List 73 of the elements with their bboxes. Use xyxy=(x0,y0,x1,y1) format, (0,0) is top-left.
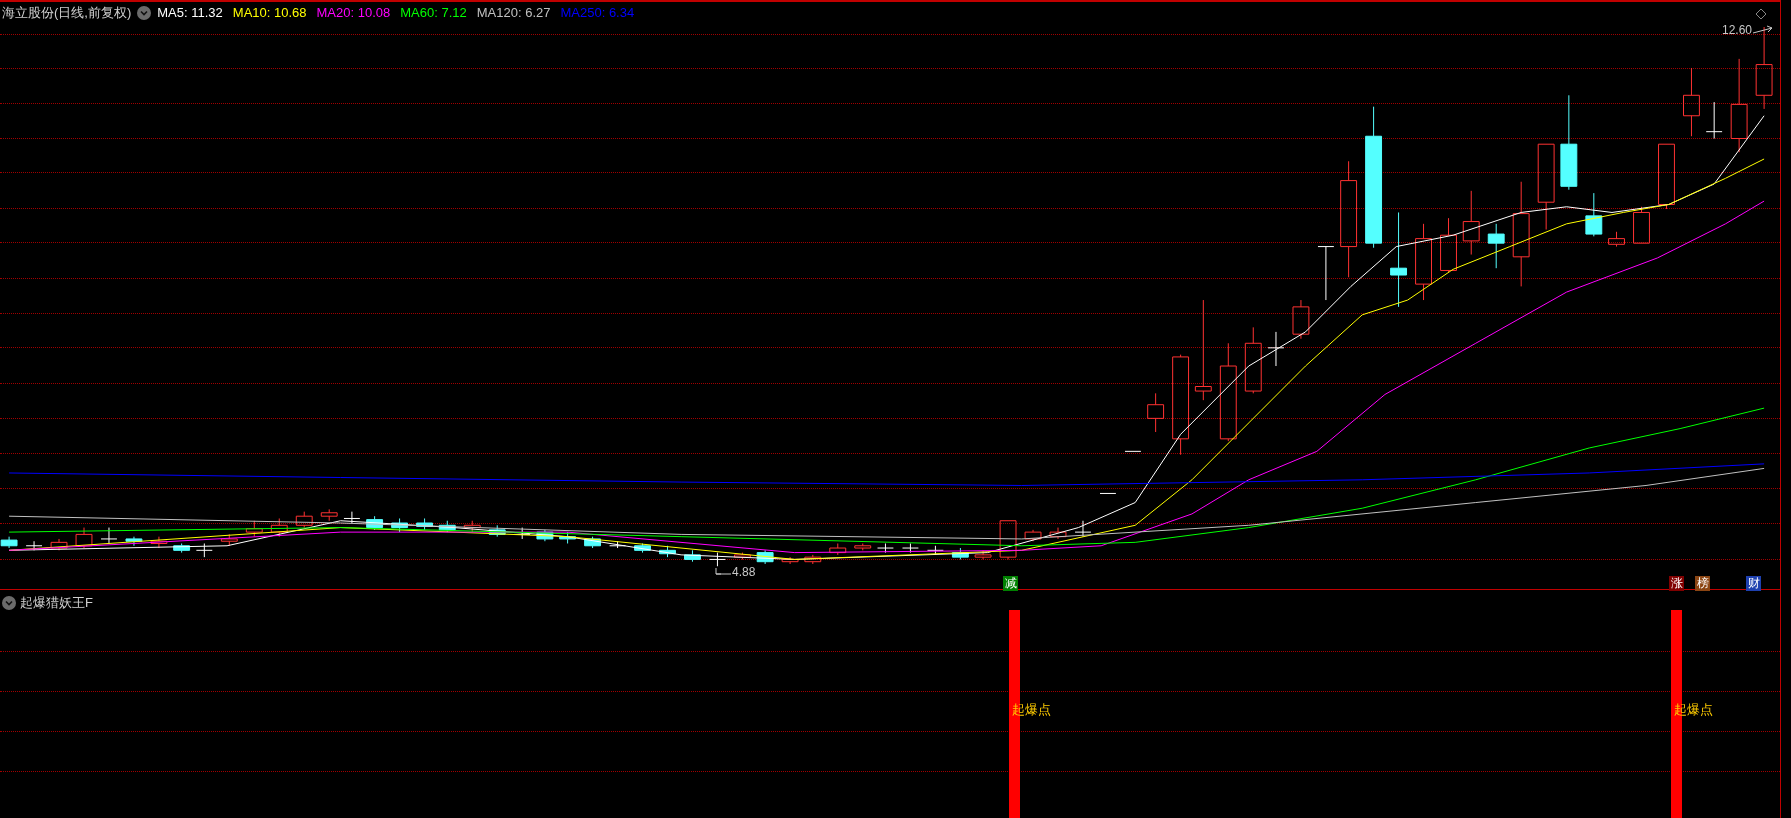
candlestick xyxy=(634,543,651,554)
moving-average-value: MA250: 6.34 xyxy=(560,4,635,22)
doji-candlestick xyxy=(343,511,361,524)
doji-candlestick xyxy=(195,543,213,558)
candlestick xyxy=(734,552,751,560)
candlestick xyxy=(488,524,506,538)
candlestick xyxy=(781,556,799,565)
candlestick xyxy=(659,545,676,558)
candlestick xyxy=(1683,67,1700,137)
moving-average-value: MA5: 11.32 xyxy=(157,4,223,22)
candlestick xyxy=(1585,192,1603,237)
candlestick xyxy=(416,517,433,531)
doji-candlestick xyxy=(1074,520,1092,538)
candlestick xyxy=(295,511,313,529)
moving-average-value: MA10: 10.68 xyxy=(232,4,307,22)
doji-candlestick xyxy=(709,552,726,567)
candlestick xyxy=(125,536,143,547)
candlestick xyxy=(0,536,18,549)
arrow-icon xyxy=(714,566,732,578)
candlestick xyxy=(75,527,93,549)
candlestick xyxy=(1440,217,1457,274)
low-price-label: 4.88 xyxy=(732,564,756,581)
doji-candlestick xyxy=(1099,492,1117,494)
signal-tag: 榜 xyxy=(1695,576,1710,591)
candlestick xyxy=(1633,206,1650,244)
candlestick xyxy=(270,517,288,538)
arrow-icon xyxy=(1752,25,1775,35)
moving-average-value: MA20: 10.08 xyxy=(316,4,391,22)
candlestick xyxy=(50,538,68,551)
doji-candlestick xyxy=(1317,246,1335,301)
signal-tag: 财 xyxy=(1746,576,1761,591)
candlestick xyxy=(1049,527,1067,540)
candlestick xyxy=(854,543,872,551)
diamond-icon[interactable] xyxy=(1755,8,1767,20)
candlestick xyxy=(1024,529,1042,542)
indicator-title: 起爆猎妖王F xyxy=(20,594,93,612)
doji-candlestick xyxy=(100,527,118,544)
signal-tag: 涨 xyxy=(1669,576,1684,591)
candlestick xyxy=(320,508,338,522)
candlestick xyxy=(804,554,822,565)
candlestick xyxy=(1487,223,1505,269)
candlestick xyxy=(584,536,601,549)
candlestick xyxy=(1608,231,1625,248)
candlestick xyxy=(684,549,701,563)
doji-candlestick xyxy=(877,543,894,554)
candlestick xyxy=(559,531,577,544)
candlestick xyxy=(245,520,263,538)
candlestick xyxy=(1292,299,1310,340)
doji-candlestick xyxy=(1705,101,1723,139)
candlestick xyxy=(536,529,554,542)
candlestick xyxy=(150,536,168,549)
candlestick xyxy=(173,543,191,554)
high-price-label: 12.60 xyxy=(1722,22,1753,39)
candlestick xyxy=(220,533,238,547)
chevron-down-icon[interactable] xyxy=(137,5,152,20)
chevron-down-icon[interactable] xyxy=(2,595,16,610)
doji-candlestick xyxy=(1124,450,1142,452)
doji-candlestick xyxy=(902,543,919,554)
doji-candlestick xyxy=(25,540,43,551)
candlestick xyxy=(366,515,384,531)
candlestick xyxy=(438,520,456,533)
moving-average-value: MA60: 7.12 xyxy=(400,4,467,22)
candlestick xyxy=(999,520,1017,560)
candlestick xyxy=(756,549,774,565)
candlestick xyxy=(951,547,969,560)
moving-average-value: MA120: 6.27 xyxy=(476,4,551,22)
doji-candlestick xyxy=(1267,331,1285,367)
candlestick xyxy=(1244,326,1262,394)
candlestick xyxy=(1462,190,1480,256)
signal-tag: 减 xyxy=(1003,576,1018,591)
candlestick xyxy=(1147,392,1165,433)
candlestick xyxy=(829,543,847,556)
chart-title: 海立股份(日线,前复权) xyxy=(2,4,132,22)
